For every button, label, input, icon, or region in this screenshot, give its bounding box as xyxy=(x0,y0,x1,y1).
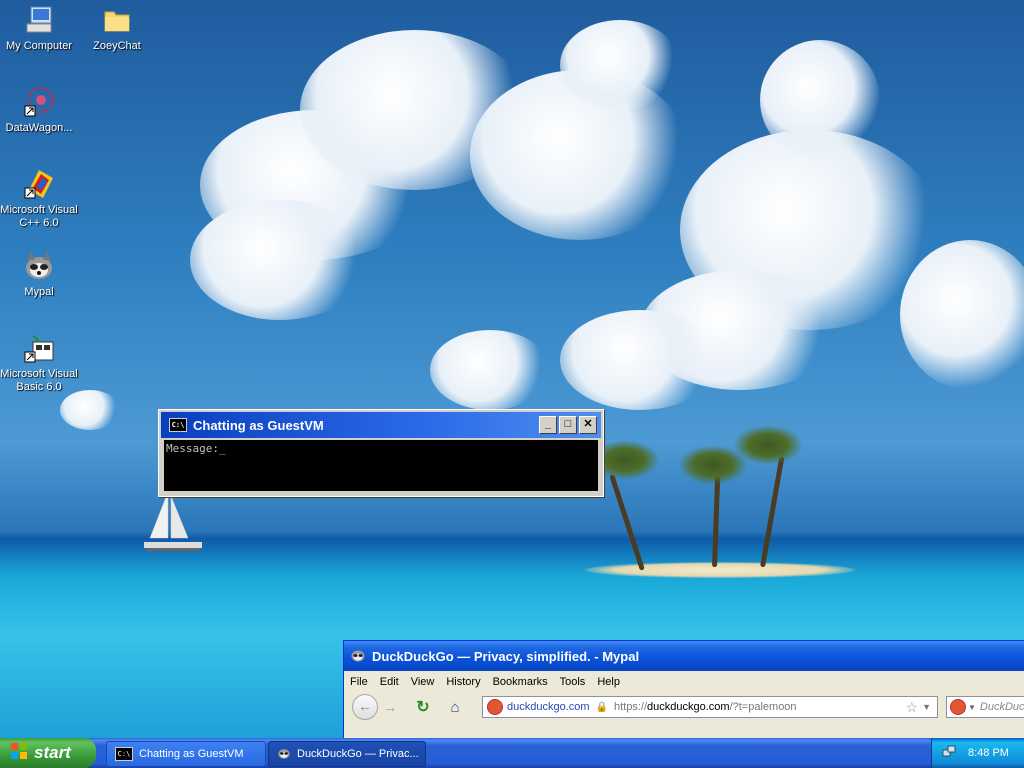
console-app-icon: C:\ xyxy=(115,747,133,761)
desktop-icon-label: DataWagon... xyxy=(5,122,73,134)
browser-window[interactable]: DuckDuckGo — Privacy, simplified. - Mypa… xyxy=(343,640,1024,742)
url-bar[interactable]: duckduckgo.com 🔒 https://duckduckgo.com /… xyxy=(482,696,938,718)
minimize-button[interactable]: _ xyxy=(539,416,557,434)
desktop-icon-zoeychat[interactable]: ZoeyChat xyxy=(78,4,156,53)
palm-tree xyxy=(609,474,645,571)
windows-logo-icon xyxy=(10,742,28,765)
bookmark-star-icon[interactable]: ☆ xyxy=(906,699,919,716)
desktop-icon-visual-cpp[interactable]: Microsoft Visual C++ 6.0 xyxy=(0,168,78,230)
cloud xyxy=(430,330,550,410)
console-title-bar[interactable]: C:\ Chatting as GuestVM _ □ ✕ xyxy=(161,412,601,438)
visual-cpp-icon xyxy=(23,168,55,200)
mypal-icon xyxy=(23,250,55,282)
palm-tree xyxy=(712,474,721,568)
menu-history[interactable]: History xyxy=(446,676,480,688)
desktop-wallpaper xyxy=(0,0,1024,738)
mypal-icon xyxy=(350,647,366,666)
browser-title-text: DuckDuckGo — Privacy, simplified. - Mypa… xyxy=(372,648,640,664)
cloud xyxy=(760,40,880,160)
menu-tools[interactable]: Tools xyxy=(560,676,586,688)
visual-basic-icon xyxy=(23,332,55,364)
clock[interactable]: 8:48 PM xyxy=(968,747,1009,759)
url-host: duckduckgo.com xyxy=(647,701,730,713)
menu-bookmarks[interactable]: Bookmarks xyxy=(493,676,548,688)
url-suffix: /?t=palemoon xyxy=(729,701,797,713)
menu-view[interactable]: View xyxy=(411,676,435,688)
taskbar-item-label: Chatting as GuestVM xyxy=(139,748,244,760)
palm-tree xyxy=(733,425,803,465)
taskbar-item-console[interactable]: C:\ Chatting as GuestVM xyxy=(106,741,266,767)
island xyxy=(585,562,855,578)
cloud xyxy=(560,310,720,410)
cloud xyxy=(190,200,370,320)
url-prefix: https:// xyxy=(614,701,648,713)
taskbar-item-label: DuckDuckGo — Privac... xyxy=(297,748,419,760)
folder-icon xyxy=(101,4,133,36)
network-icon[interactable] xyxy=(942,745,956,762)
start-label: start xyxy=(34,743,71,762)
desktop-icon-visual-basic[interactable]: Microsoft Visual Basic 6.0 xyxy=(0,332,78,394)
menu-bar: File Edit View History Bookmarks Tools H… xyxy=(344,671,1024,693)
menu-help[interactable]: Help xyxy=(597,676,620,688)
close-button[interactable]: ✕ xyxy=(579,416,597,434)
site-identity[interactable]: duckduckgo.com xyxy=(507,701,590,713)
cloud xyxy=(900,240,1024,390)
desktop-icon-label: Microsoft Visual Basic 6.0 xyxy=(0,368,78,393)
cloud xyxy=(560,20,680,110)
reload-icon[interactable]: ↻ xyxy=(408,697,438,717)
lock-icon: 🔒 xyxy=(595,701,608,713)
desktop-icon-mypal[interactable]: Mypal xyxy=(0,250,78,299)
mypal-icon xyxy=(277,746,291,763)
palm-tree xyxy=(760,456,785,568)
datawagon-icon xyxy=(23,86,55,118)
desktop-icon-datawagon[interactable]: DataWagon... xyxy=(0,86,78,135)
my-computer-icon xyxy=(23,4,55,36)
menu-file[interactable]: File xyxy=(350,676,368,688)
console-title-text: Chatting as GuestVM xyxy=(193,417,324,433)
console-output[interactable]: Message:_ xyxy=(164,440,598,491)
desktop-icon-label: Mypal xyxy=(24,286,54,298)
home-icon[interactable]: ⌂ xyxy=(440,699,470,716)
desktop-icon-label: My Computer xyxy=(5,40,73,52)
console-app-icon: C:\ xyxy=(169,418,187,432)
sailboat xyxy=(144,491,202,551)
message-prompt: Message: xyxy=(166,442,219,455)
cloud xyxy=(60,390,120,430)
system-tray: 8:48 PM xyxy=(931,738,1024,768)
start-button[interactable]: start xyxy=(0,738,96,768)
navigation-toolbar: ← → ↻ ⌂ duckduckgo.com 🔒 https://duckduc… xyxy=(344,693,1024,721)
text-cursor: _ xyxy=(218,442,226,455)
url-dropdown-icon[interactable]: ▼ xyxy=(922,702,931,712)
maximize-button[interactable]: □ xyxy=(559,416,577,434)
search-engine-dropdown-icon[interactable]: ▼ xyxy=(968,703,976,712)
browser-title-bar[interactable]: DuckDuckGo — Privacy, simplified. - Mypa… xyxy=(344,641,1024,671)
desktop-icon-label: Microsoft Visual C++ 6.0 xyxy=(0,204,78,229)
back-button[interactable]: ← xyxy=(352,694,378,720)
desktop-icon-my-computer[interactable]: My Computer xyxy=(0,4,78,53)
search-engine-icon[interactable] xyxy=(950,699,966,715)
taskbar: start C:\ Chatting as GuestVM DuckDuckGo… xyxy=(0,738,1024,768)
console-window[interactable]: C:\ Chatting as GuestVM _ □ ✕ Message:_ xyxy=(158,409,604,497)
forward-button[interactable]: → xyxy=(378,699,402,715)
duckduckgo-icon xyxy=(487,699,503,715)
search-placeholder: DuckDuc xyxy=(979,701,1024,713)
menu-edit[interactable]: Edit xyxy=(380,676,399,688)
taskbar-item-browser[interactable]: DuckDuckGo — Privac... xyxy=(268,741,426,767)
search-bar[interactable]: ▼ DuckDuc xyxy=(946,696,1024,718)
desktop-icon-label: ZoeyChat xyxy=(93,40,141,52)
